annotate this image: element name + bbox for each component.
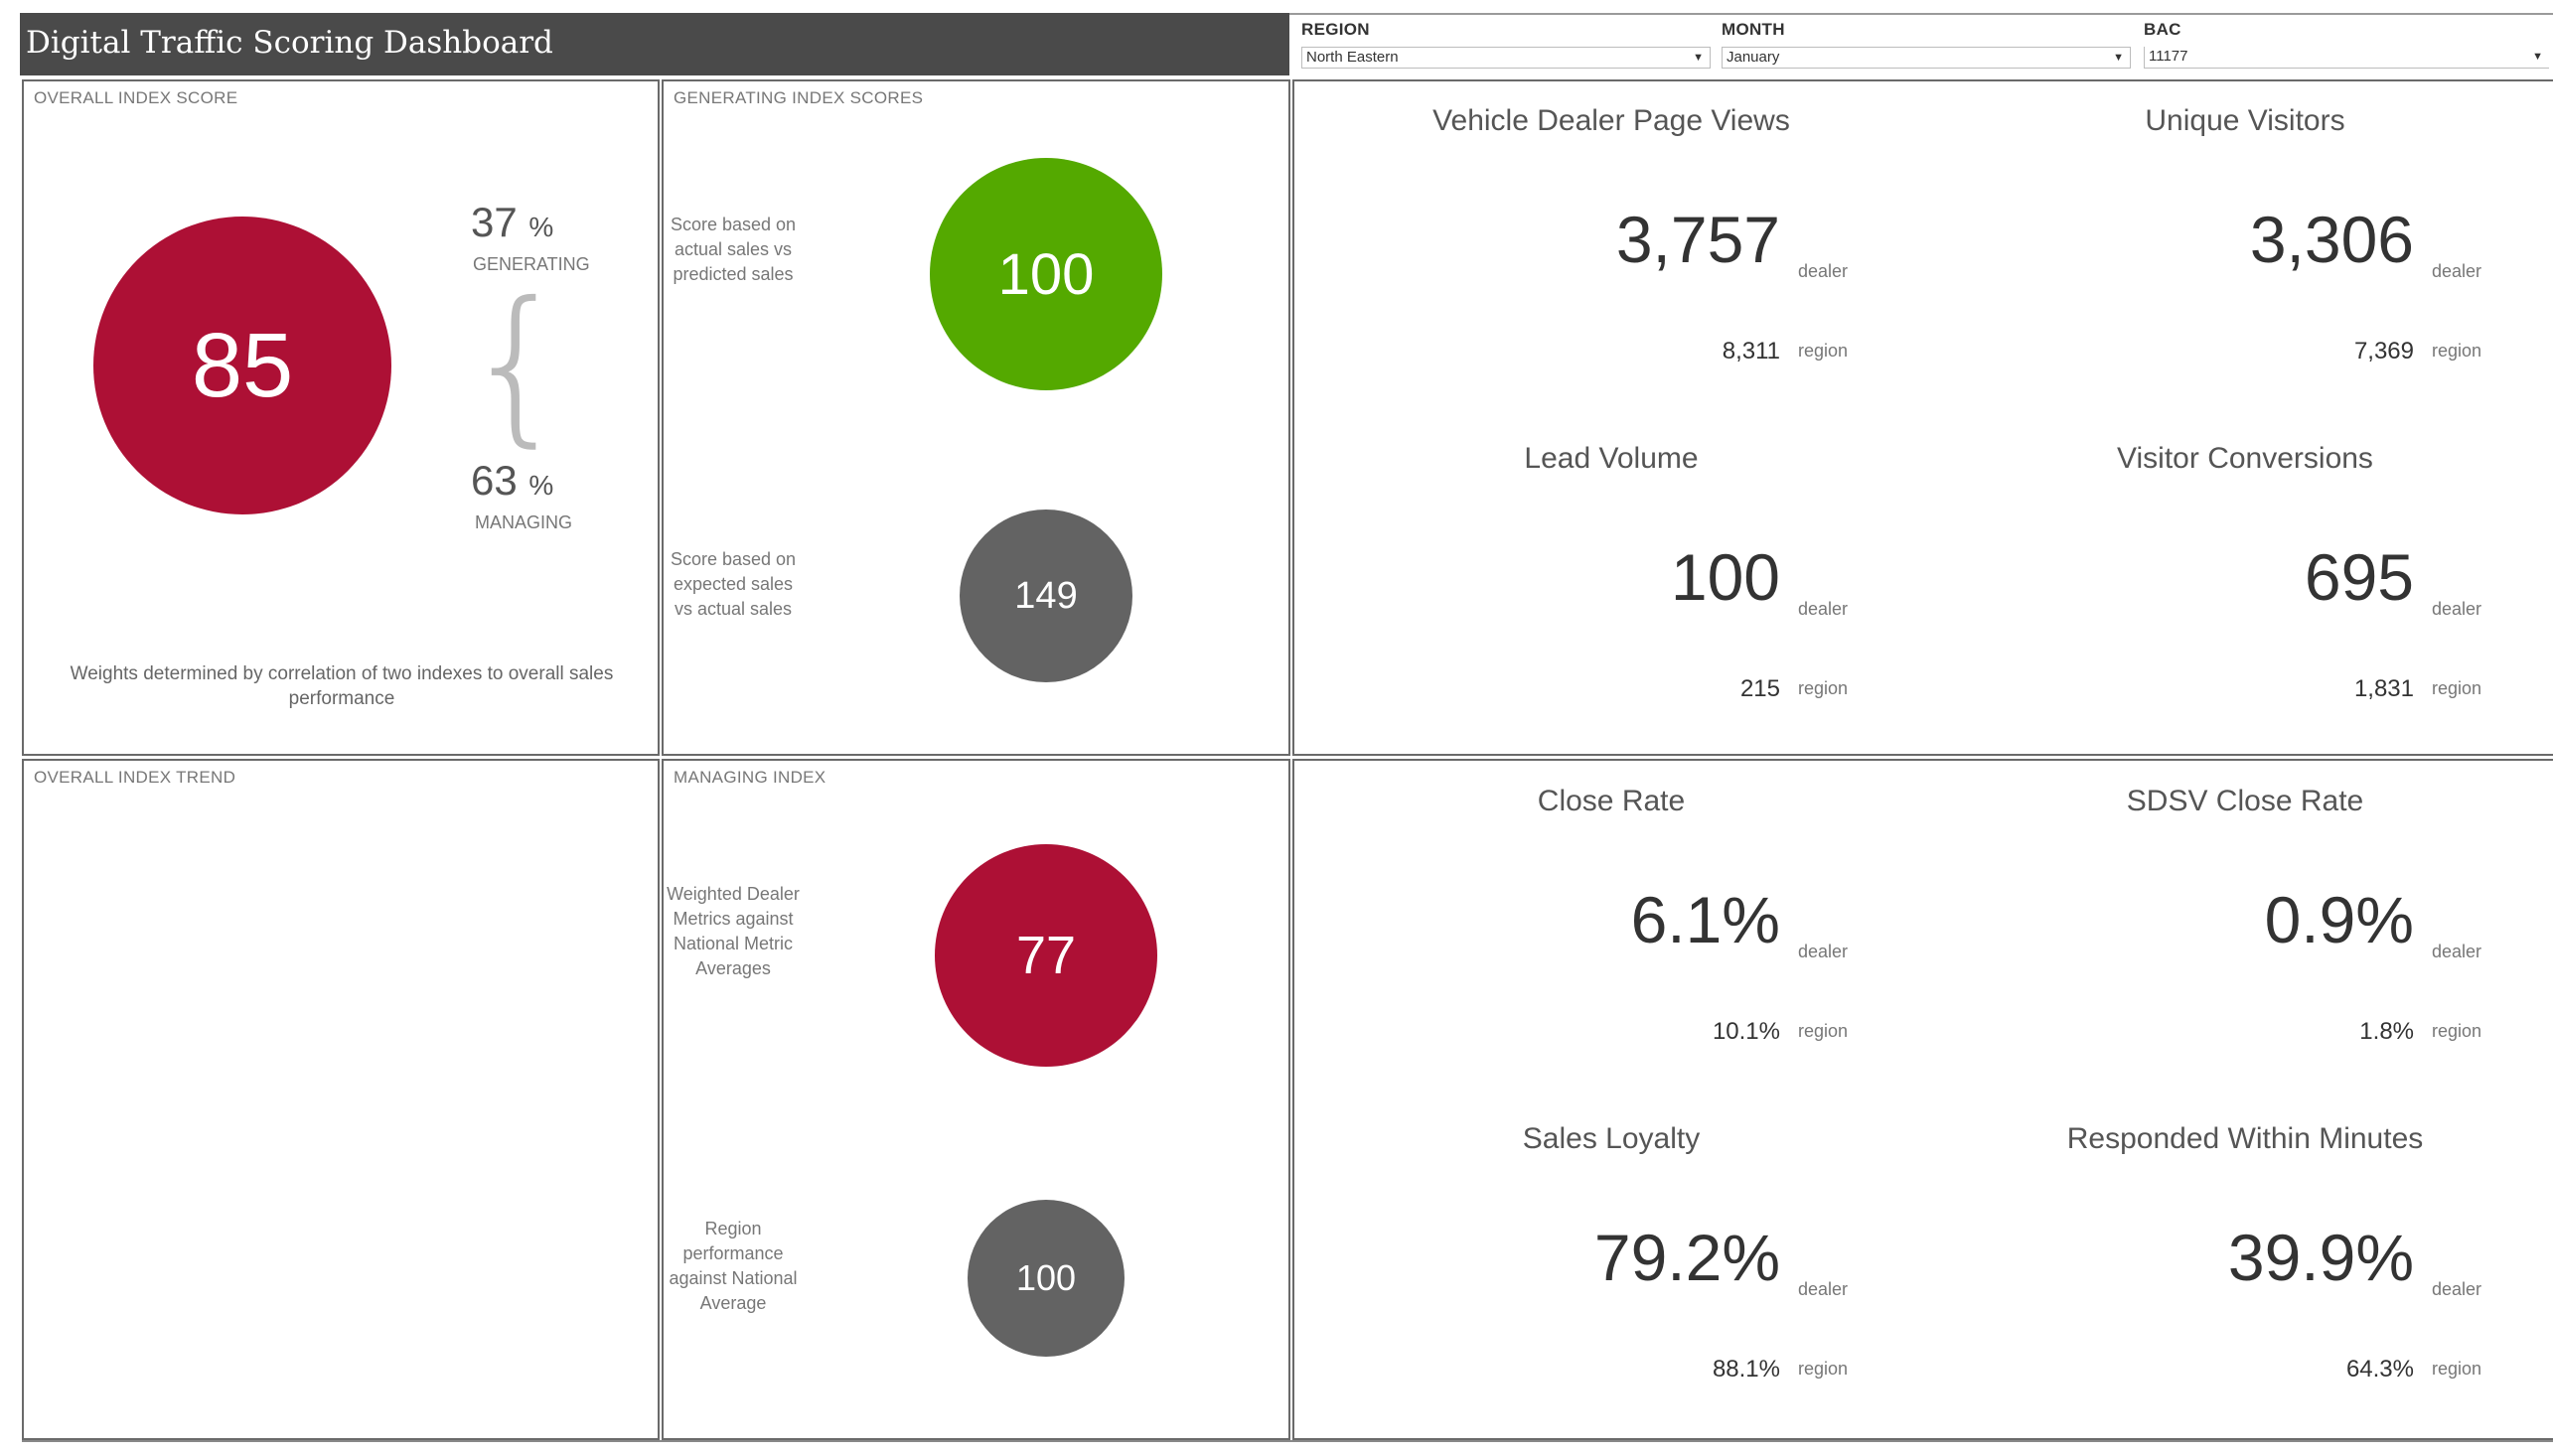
month-select[interactable]: January ▼ (1722, 47, 2131, 69)
metric-title: SDSV Close Rate (2126, 785, 2364, 817)
expected-sales-score-value: 149 (1014, 574, 1078, 617)
metric-dealer-unit: dealer (1798, 261, 1849, 281)
metric-dealer-value: 100 (1670, 540, 1780, 614)
bac-select[interactable]: 11177 ▼ (2144, 47, 2549, 69)
metric-region-value: 7,369 (2353, 338, 2414, 364)
metric-dealer-value: 39.9% (2227, 1221, 2414, 1294)
percent-sign: % (528, 212, 554, 242)
region-select[interactable]: North Eastern ▼ (1301, 47, 1711, 69)
metric-dealer-value: 79.2% (1593, 1221, 1780, 1294)
metric-dealer-unit: dealer (1798, 599, 1849, 619)
overall-trend-panel: OVERALL INDEX TREND (22, 759, 660, 1440)
metric-dealer-unit: dealer (1798, 1279, 1849, 1299)
dashboard-title: Digital Traffic Scoring Dashboard (26, 25, 553, 61)
month-filter: MONTH January ▼ (1722, 20, 2131, 69)
metric-region-value: 10.1% (1712, 1018, 1780, 1045)
metric-dealer-value: 0.9% (2264, 883, 2414, 956)
metric-dealer-unit: dealer (2432, 261, 2482, 281)
metric-title: Lead Volume (1524, 442, 1699, 475)
metric-region-value: 8,311 (1722, 338, 1780, 364)
metric-dealer-value: 695 (2304, 540, 2414, 614)
metric-region-unit: region (2432, 1359, 2482, 1379)
chevron-down-icon[interactable]: ▼ (2532, 49, 2543, 65)
chevron-down-icon[interactable]: ▼ (2113, 50, 2124, 66)
metric-dealer-unit: dealer (2432, 1279, 2482, 1299)
metric-region-unit: region (2432, 678, 2482, 698)
region-filter-label: REGION (1301, 20, 1370, 39)
overall-score-value: 85 (191, 314, 294, 416)
metric-region-unit: region (1798, 678, 1849, 698)
metric-region-value: 88.1% (1712, 1356, 1780, 1383)
traffic-metrics-panel (1292, 79, 2553, 756)
panel-title: OVERALL INDEX TREND (34, 768, 236, 787)
metric-title: Sales Loyalty (1522, 1122, 1701, 1155)
sales-metrics-panel (1292, 759, 2553, 1440)
chevron-down-icon[interactable]: ▼ (1693, 50, 1704, 66)
metric-region-unit: region (2432, 1021, 2482, 1041)
managing-weight-label: MANAGING (475, 512, 573, 532)
title-bar: Digital Traffic Scoring Dashboard (20, 13, 1289, 75)
metric-region-unit: region (1798, 341, 1849, 361)
metric-dealer-value: 6.1% (1630, 883, 1780, 956)
metric-dealer-unit: dealer (2432, 942, 2482, 961)
metric-region-value: 215 (1739, 675, 1780, 702)
managing-caption-2: Region performance against National Aver… (669, 1219, 798, 1313)
metric-region-value: 1,831 (2353, 675, 2414, 702)
bottom-divider (22, 1440, 2553, 1442)
region-select-value: North Eastern (1306, 49, 1399, 66)
region-filter: REGION North Eastern ▼ (1301, 20, 1711, 69)
metric-title: Unique Visitors (2145, 104, 2345, 137)
managing-weight: 63 % (471, 457, 554, 504)
metric-title: Responded Within Minutes (2066, 1122, 2424, 1155)
metric-region-unit: region (2432, 341, 2482, 361)
overall-score-circle[interactable]: 85 (93, 217, 391, 514)
bac-filter: BAC 11177 ▼ (2144, 20, 2549, 69)
metric-dealer-value: 3,757 (1615, 203, 1780, 276)
bac-filter-label: BAC (2144, 20, 2181, 39)
expected-sales-score-circle[interactable]: 149 (960, 510, 1132, 682)
metric-region-unit: region (1798, 1021, 1849, 1041)
managing-caption-1: Weighted Dealer Metrics against National… (667, 884, 800, 978)
month-filter-label: MONTH (1722, 20, 1785, 39)
top-divider (1289, 13, 2553, 15)
metric-region-unit: region (1798, 1359, 1849, 1379)
month-select-value: January (1727, 49, 1780, 66)
metric-title: Vehicle Dealer Page Views (1432, 104, 1790, 137)
panel-title: OVERALL INDEX SCORE (34, 88, 238, 107)
metric-dealer-unit: dealer (2432, 599, 2482, 619)
managing-score-circle[interactable]: 77 (935, 844, 1157, 1067)
panel-title: MANAGING INDEX (674, 768, 826, 787)
managing-index-panel: MANAGING INDEX Weighted Dealer Metrics a… (662, 759, 1290, 1440)
managing-score-value: 77 (1015, 926, 1077, 985)
metric-region-value: 1.8% (2359, 1018, 2414, 1045)
brace-icon: { (463, 266, 571, 463)
weights-note: Weights determined by correlation of two… (70, 663, 614, 709)
region-performance-value: 100 (1015, 1257, 1077, 1298)
metric-title: Visitor Conversions (2117, 442, 2373, 475)
generating-score-circle[interactable]: 100 (930, 158, 1162, 390)
percent-sign: % (528, 470, 554, 501)
generating-caption-1: Score based on actual sales vs predicted… (670, 215, 797, 284)
generating-caption-2: Score based on expected sales vs actual … (670, 549, 797, 619)
generating-score-value: 100 (997, 241, 1095, 307)
generating-weight: 37 % (471, 199, 554, 245)
region-performance-circle[interactable]: 100 (968, 1200, 1125, 1357)
generating-index-panel: GENERATING INDEX SCORES Score based on a… (662, 79, 1290, 756)
metric-region-value: 64.3% (2345, 1356, 2414, 1383)
metric-title: Close Rate (1537, 785, 1686, 817)
overall-index-panel: OVERALL INDEX SCORE 85 37 % GENERATING {… (22, 79, 660, 756)
metric-dealer-unit: dealer (1798, 942, 1849, 961)
metric-dealer-value: 3,306 (2249, 203, 2414, 276)
bac-select-value: 11177 (2149, 48, 2188, 65)
panel-title: GENERATING INDEX SCORES (674, 88, 924, 107)
